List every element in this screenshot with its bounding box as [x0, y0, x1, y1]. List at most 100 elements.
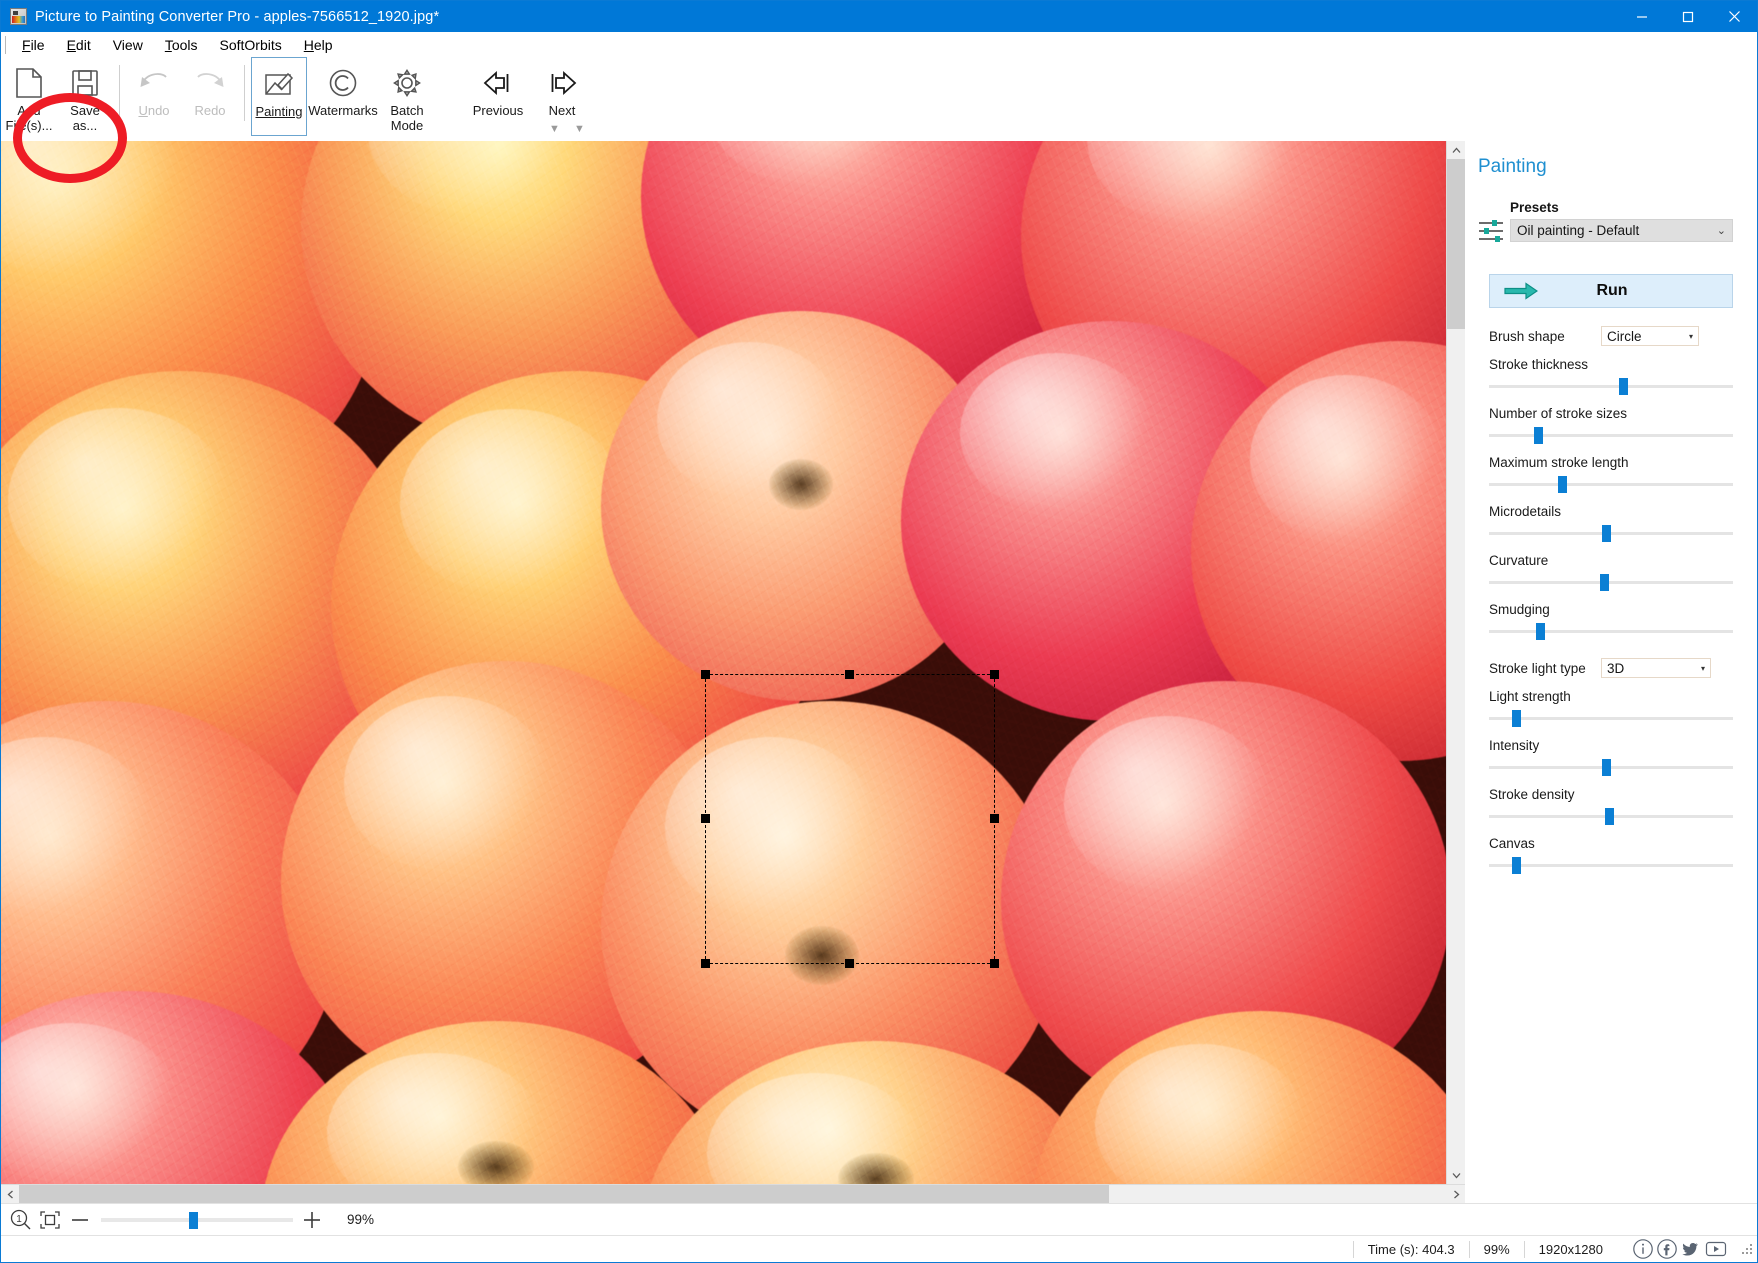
painting-button[interactable]: Painting [251, 57, 307, 136]
selection-handle-ne[interactable] [990, 670, 999, 679]
slider-thumb[interactable] [1512, 710, 1521, 727]
presets-dropdown[interactable]: Oil painting - Default ⌄ [1510, 219, 1733, 242]
undo-button[interactable]: Undo [126, 57, 182, 136]
smudging-slider[interactable] [1489, 622, 1733, 640]
selection-handle-se[interactable] [990, 959, 999, 968]
zoom-slider-thumb[interactable] [189, 1212, 198, 1229]
curvature-slider[interactable] [1489, 573, 1733, 591]
painted-apples-artwork [1, 141, 1446, 1184]
maximum-stroke-length-slider[interactable] [1489, 475, 1733, 493]
stroke-thickness-slider[interactable] [1489, 377, 1733, 395]
selection-marquee[interactable] [705, 674, 995, 964]
selection-handle-n[interactable] [845, 670, 854, 679]
vertical-scroll-thumb[interactable] [1447, 159, 1465, 329]
title-bar[interactable]: Picture to Painting Converter Pro - appl… [1, 1, 1757, 32]
light-strength-slider[interactable] [1489, 709, 1733, 727]
slider-thumb[interactable] [1602, 759, 1611, 776]
toolbar-group-file: Add File(s)... Save as... [1, 57, 113, 140]
menu-item-tools[interactable]: Tools [154, 35, 209, 55]
slider-thumb[interactable] [1602, 525, 1611, 542]
selection-handle-s[interactable] [845, 959, 854, 968]
slider-thumb[interactable] [1600, 574, 1609, 591]
scroll-down-arrow-icon[interactable] [1447, 1166, 1465, 1184]
stroke-light-type-dropdown[interactable]: 3D ▾ [1601, 658, 1711, 678]
save-as-button[interactable]: Save as... [57, 57, 113, 136]
menu-item-softorbits[interactable]: SoftOrbits [209, 35, 293, 55]
presets-label: Presets [1510, 200, 1733, 215]
twitter-icon[interactable] [1680, 1238, 1702, 1260]
menu-item-view[interactable]: View [102, 35, 154, 55]
brush-shape-value: Circle [1607, 329, 1689, 344]
painting-controls: Brush shape Circle ▾ Stroke thickness Nu… [1489, 326, 1733, 874]
scroll-right-arrow-icon[interactable] [1447, 1185, 1465, 1203]
watermarks-button[interactable]: Watermarks [307, 57, 379, 136]
canvas-row [1, 141, 1465, 1184]
slider-thumb[interactable] [1605, 808, 1614, 825]
selection-handle-w[interactable] [701, 814, 710, 823]
stroke-density-slider[interactable] [1489, 807, 1733, 825]
close-button[interactable] [1711, 1, 1757, 32]
batch-mode-label: Batch Mode [390, 104, 423, 133]
horizontal-scroll-track[interactable] [19, 1185, 1447, 1203]
presets-value: Oil painting - Default [1517, 223, 1711, 238]
social-icons [1631, 1238, 1729, 1260]
canvas-horizontal-scrollbar[interactable] [1, 1184, 1465, 1203]
slider-track [1489, 385, 1733, 388]
brush-shape-dropdown[interactable]: Circle ▾ [1601, 326, 1699, 346]
selection-handle-e[interactable] [990, 814, 999, 823]
horizontal-scroll-thumb[interactable] [19, 1185, 1109, 1203]
selection-handle-sw[interactable] [701, 959, 710, 968]
painting-icon [264, 65, 294, 103]
processing-time-label: Time (s): 404.3 [1353, 1241, 1469, 1258]
toolbar-overflow-2[interactable]: ▼ [574, 123, 584, 135]
zoom-slider[interactable] [101, 1210, 293, 1230]
smudging-label: Smudging [1489, 602, 1733, 617]
panel-title: Painting [1478, 156, 1757, 178]
scroll-up-arrow-icon[interactable] [1447, 141, 1465, 159]
canvas-vertical-scrollbar[interactable] [1446, 141, 1465, 1184]
facebook-icon[interactable] [1656, 1238, 1678, 1260]
menu-item-help[interactable]: Help [293, 35, 344, 55]
zoom-out-button[interactable] [71, 1211, 89, 1229]
microdetails-slider[interactable] [1489, 524, 1733, 542]
batch-mode-button[interactable]: Batch Mode [379, 57, 435, 136]
sliders-icon [1478, 200, 1510, 249]
minimize-button[interactable] [1619, 1, 1665, 32]
app-logo-icon [10, 8, 27, 25]
previous-button[interactable]: Previous [462, 57, 534, 136]
stroke-density-label: Stroke density [1489, 787, 1733, 802]
slider-track [1489, 630, 1733, 633]
magnifier-one-to-one-icon[interactable]: 1 [10, 1209, 32, 1231]
number-of-stroke-sizes-slider[interactable] [1489, 426, 1733, 444]
menu-item-file[interactable]: File [11, 35, 56, 55]
run-button[interactable]: Run [1489, 274, 1733, 308]
menu-item-edit[interactable]: Edit [56, 35, 102, 55]
add-files-button[interactable]: Add File(s)... [1, 57, 57, 136]
stroke-light-type-label: Stroke light type [1489, 661, 1601, 676]
intensity-label: Intensity [1489, 738, 1733, 753]
number-of-stroke-sizes-label: Number of stroke sizes [1489, 406, 1733, 421]
toolbar-group-effects: Painting Watermarks [251, 57, 435, 140]
canvas-slider[interactable] [1489, 856, 1733, 874]
slider-thumb[interactable] [1512, 857, 1521, 874]
image-dimensions-label: 1920x1280 [1524, 1241, 1617, 1258]
fit-to-window-icon[interactable] [39, 1210, 61, 1230]
painting-settings-panel: Painting Presets [1465, 141, 1757, 1203]
zoom-in-button[interactable] [303, 1211, 321, 1229]
selection-handle-nw[interactable] [701, 670, 710, 679]
vertical-scroll-track[interactable] [1447, 159, 1465, 1166]
slider-thumb[interactable] [1619, 378, 1628, 395]
slider-thumb[interactable] [1558, 476, 1567, 493]
resize-grip[interactable] [1740, 1242, 1754, 1256]
toolbar: Add File(s)... Save as... [1, 57, 1757, 141]
intensity-slider[interactable] [1489, 758, 1733, 776]
slider-thumb[interactable] [1536, 623, 1545, 640]
scroll-left-arrow-icon[interactable] [1, 1185, 19, 1203]
youtube-icon[interactable] [1704, 1238, 1728, 1260]
add-file-icon [14, 64, 44, 102]
maximize-button[interactable] [1665, 1, 1711, 32]
image-canvas[interactable] [1, 141, 1446, 1184]
info-icon[interactable] [1632, 1238, 1654, 1260]
slider-thumb[interactable] [1534, 427, 1543, 444]
presets-control: Presets Oil painting - Default ⌄ [1510, 200, 1757, 242]
